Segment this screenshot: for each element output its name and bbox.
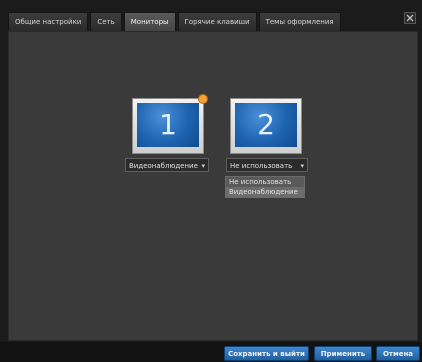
primary-monitor-badge-icon (198, 94, 208, 104)
tab-general-settings[interactable]: Общие настройки (8, 12, 89, 31)
dropdown-option-video-surveillance[interactable]: Видеонаблюдение (226, 187, 304, 197)
tab-themes[interactable]: Темы оформления (258, 12, 341, 31)
chevron-down-icon: ▾ (300, 162, 304, 170)
tab-network[interactable]: Сеть (90, 12, 122, 31)
tab-monitors[interactable]: Мониторы (123, 12, 176, 31)
monitor-2-mode-dropdown: Не использовать Видеонаблюдение (225, 176, 305, 198)
cancel-button[interactable]: Отмена (376, 346, 420, 361)
chevron-down-icon: ▾ (201, 162, 205, 170)
monitor-1-mode-value: Видеонаблюдение (129, 162, 198, 170)
monitor-2-mode-select[interactable]: Не использовать ▾ (226, 158, 308, 172)
settings-window: Общие настройки Сеть Мониторы Горячие кл… (0, 0, 422, 362)
monitor-1-mode-select[interactable]: Видеонаблюдение ▾ (125, 158, 209, 172)
monitor-1-screen: 1 (137, 103, 199, 147)
tab-bar: Общие настройки Сеть Мониторы Горячие кл… (8, 12, 341, 32)
save-and-exit-button[interactable]: Сохранить и выйти (224, 346, 309, 361)
monitor-2[interactable]: 2 (230, 98, 302, 154)
close-icon[interactable] (404, 12, 416, 24)
monitors-panel: 1 2 Видеонаблюдение ▾ Не использовать ▾ (8, 31, 418, 341)
monitor-2-mode-value: Не использовать (230, 162, 293, 170)
apply-button[interactable]: Применить (314, 346, 372, 361)
monitor-2-screen: 2 (235, 103, 297, 147)
tab-hotkeys[interactable]: Горячие клавиши (177, 12, 257, 31)
monitor-1[interactable]: 1 (132, 94, 208, 154)
dropdown-option-not-used[interactable]: Не использовать (226, 177, 304, 187)
